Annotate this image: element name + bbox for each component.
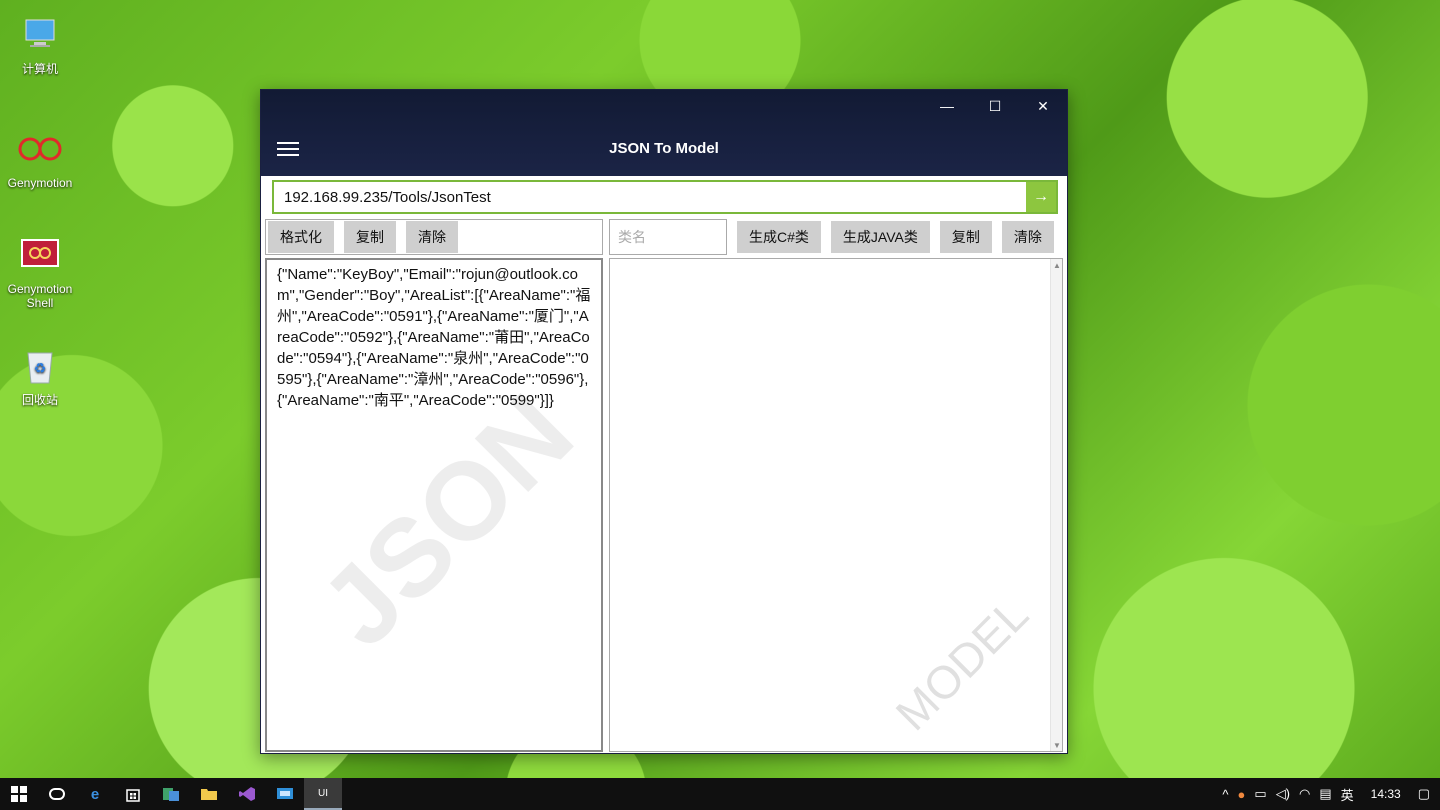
json-watermark: JSON xyxy=(297,371,597,670)
go-button[interactable]: → xyxy=(1026,182,1056,212)
url-bar: → xyxy=(272,180,1058,214)
taskbar: e UI ^ ● ▭ ◁) ◠ ▤ 英 14:33 ▢ xyxy=(0,778,1440,810)
battery-icon[interactable]: ▭ xyxy=(1254,786,1266,802)
app-window: — ☐ ✕ JSON To Model → 格式化 复制 清除 生成C#类 生成… xyxy=(260,89,1068,754)
clear-json-button[interactable]: 清除 xyxy=(406,221,458,253)
maximize-button[interactable]: ☐ xyxy=(971,90,1019,122)
minimize-button[interactable]: — xyxy=(923,90,971,122)
computer-icon xyxy=(18,12,62,56)
explorer-icon[interactable] xyxy=(190,778,228,810)
window-controls: — ☐ ✕ xyxy=(923,90,1067,122)
wifi-icon[interactable]: ◠ xyxy=(1299,786,1310,802)
uwp-app-icon[interactable]: UI xyxy=(304,778,342,810)
desktop-icon-computer[interactable]: 计算机 xyxy=(0,12,80,77)
desktop-icon-genymotion-shell[interactable]: Genymotion Shell xyxy=(0,234,80,310)
cortana-icon[interactable] xyxy=(38,778,76,810)
model-output-area[interactable]: MODEL ▲ ▼ xyxy=(609,258,1063,752)
clear-model-button[interactable]: 清除 xyxy=(1001,221,1054,253)
model-watermark: MODEL xyxy=(885,587,1039,741)
svg-text:♻: ♻ xyxy=(34,360,47,376)
generate-csharp-button[interactable]: 生成C#类 xyxy=(737,221,821,253)
generate-java-button[interactable]: 生成JAVA类 xyxy=(830,221,930,253)
genymotion-icon xyxy=(18,128,62,172)
scroll-up-icon[interactable]: ▲ xyxy=(1051,259,1063,271)
json-text: {"Name":"KeyBoy","Email":"rojun@outlook.… xyxy=(277,266,591,409)
genymotion-shell-icon xyxy=(18,234,62,278)
vertical-scrollbar[interactable]: ▲ ▼ xyxy=(1050,259,1062,751)
app-title: JSON To Model xyxy=(609,140,719,157)
store-icon[interactable] xyxy=(114,778,152,810)
model-toolbar: 生成C#类 生成JAVA类 复制 清除 xyxy=(609,219,1063,255)
desktop-icon-genymotion[interactable]: Genymotion xyxy=(0,128,80,190)
clock[interactable]: 14:33 xyxy=(1363,787,1409,801)
action-center-icon[interactable]: ▢ xyxy=(1418,786,1430,802)
format-button[interactable]: 格式化 xyxy=(268,221,334,253)
close-button[interactable]: ✕ xyxy=(1019,90,1067,122)
edge-icon[interactable]: e xyxy=(76,778,114,810)
desktop-icon-label: 回收站 xyxy=(21,393,58,407)
json-toolbar: 格式化 复制 清除 xyxy=(265,219,603,255)
chevron-up-icon[interactable]: ^ xyxy=(1222,787,1228,802)
desktop-icon-label: Genymotion xyxy=(7,176,73,190)
scroll-down-icon[interactable]: ▼ xyxy=(1051,739,1063,751)
desktop-icon-recycle-bin[interactable]: ♻ 回收站 xyxy=(0,343,80,408)
url-input[interactable] xyxy=(274,182,1026,212)
copy-model-button[interactable]: 复制 xyxy=(939,221,992,253)
uwp-app-label: UI xyxy=(318,787,328,799)
class-name-input[interactable] xyxy=(609,219,727,255)
notification-app-icon[interactable]: ● xyxy=(1238,787,1246,802)
ime-indicator[interactable]: 英 xyxy=(1341,785,1354,804)
json-input-area[interactable]: JSON {"Name":"KeyBoy","Email":"rojun@out… xyxy=(265,258,603,752)
arrow-right-icon: → xyxy=(1033,188,1049,205)
start-icon[interactable] xyxy=(0,778,38,810)
desktop-icon-label: Genymotion Shell xyxy=(7,282,73,310)
message-icon[interactable]: ▤ xyxy=(1319,786,1331,802)
visual-studio-icon[interactable] xyxy=(228,778,266,810)
recycle-bin-icon: ♻ xyxy=(18,343,62,387)
title-bar: — ☐ ✕ JSON To Model xyxy=(261,90,1067,176)
volume-icon[interactable]: ◁) xyxy=(1276,786,1290,802)
desktop-icon-label: 计算机 xyxy=(21,62,58,76)
remote-icon[interactable] xyxy=(266,778,304,810)
copy-json-button[interactable]: 复制 xyxy=(344,221,396,253)
app-icon[interactable] xyxy=(152,778,190,810)
system-tray: ^ ● ▭ ◁) ◠ ▤ 英 14:33 ▢ xyxy=(1222,785,1440,804)
